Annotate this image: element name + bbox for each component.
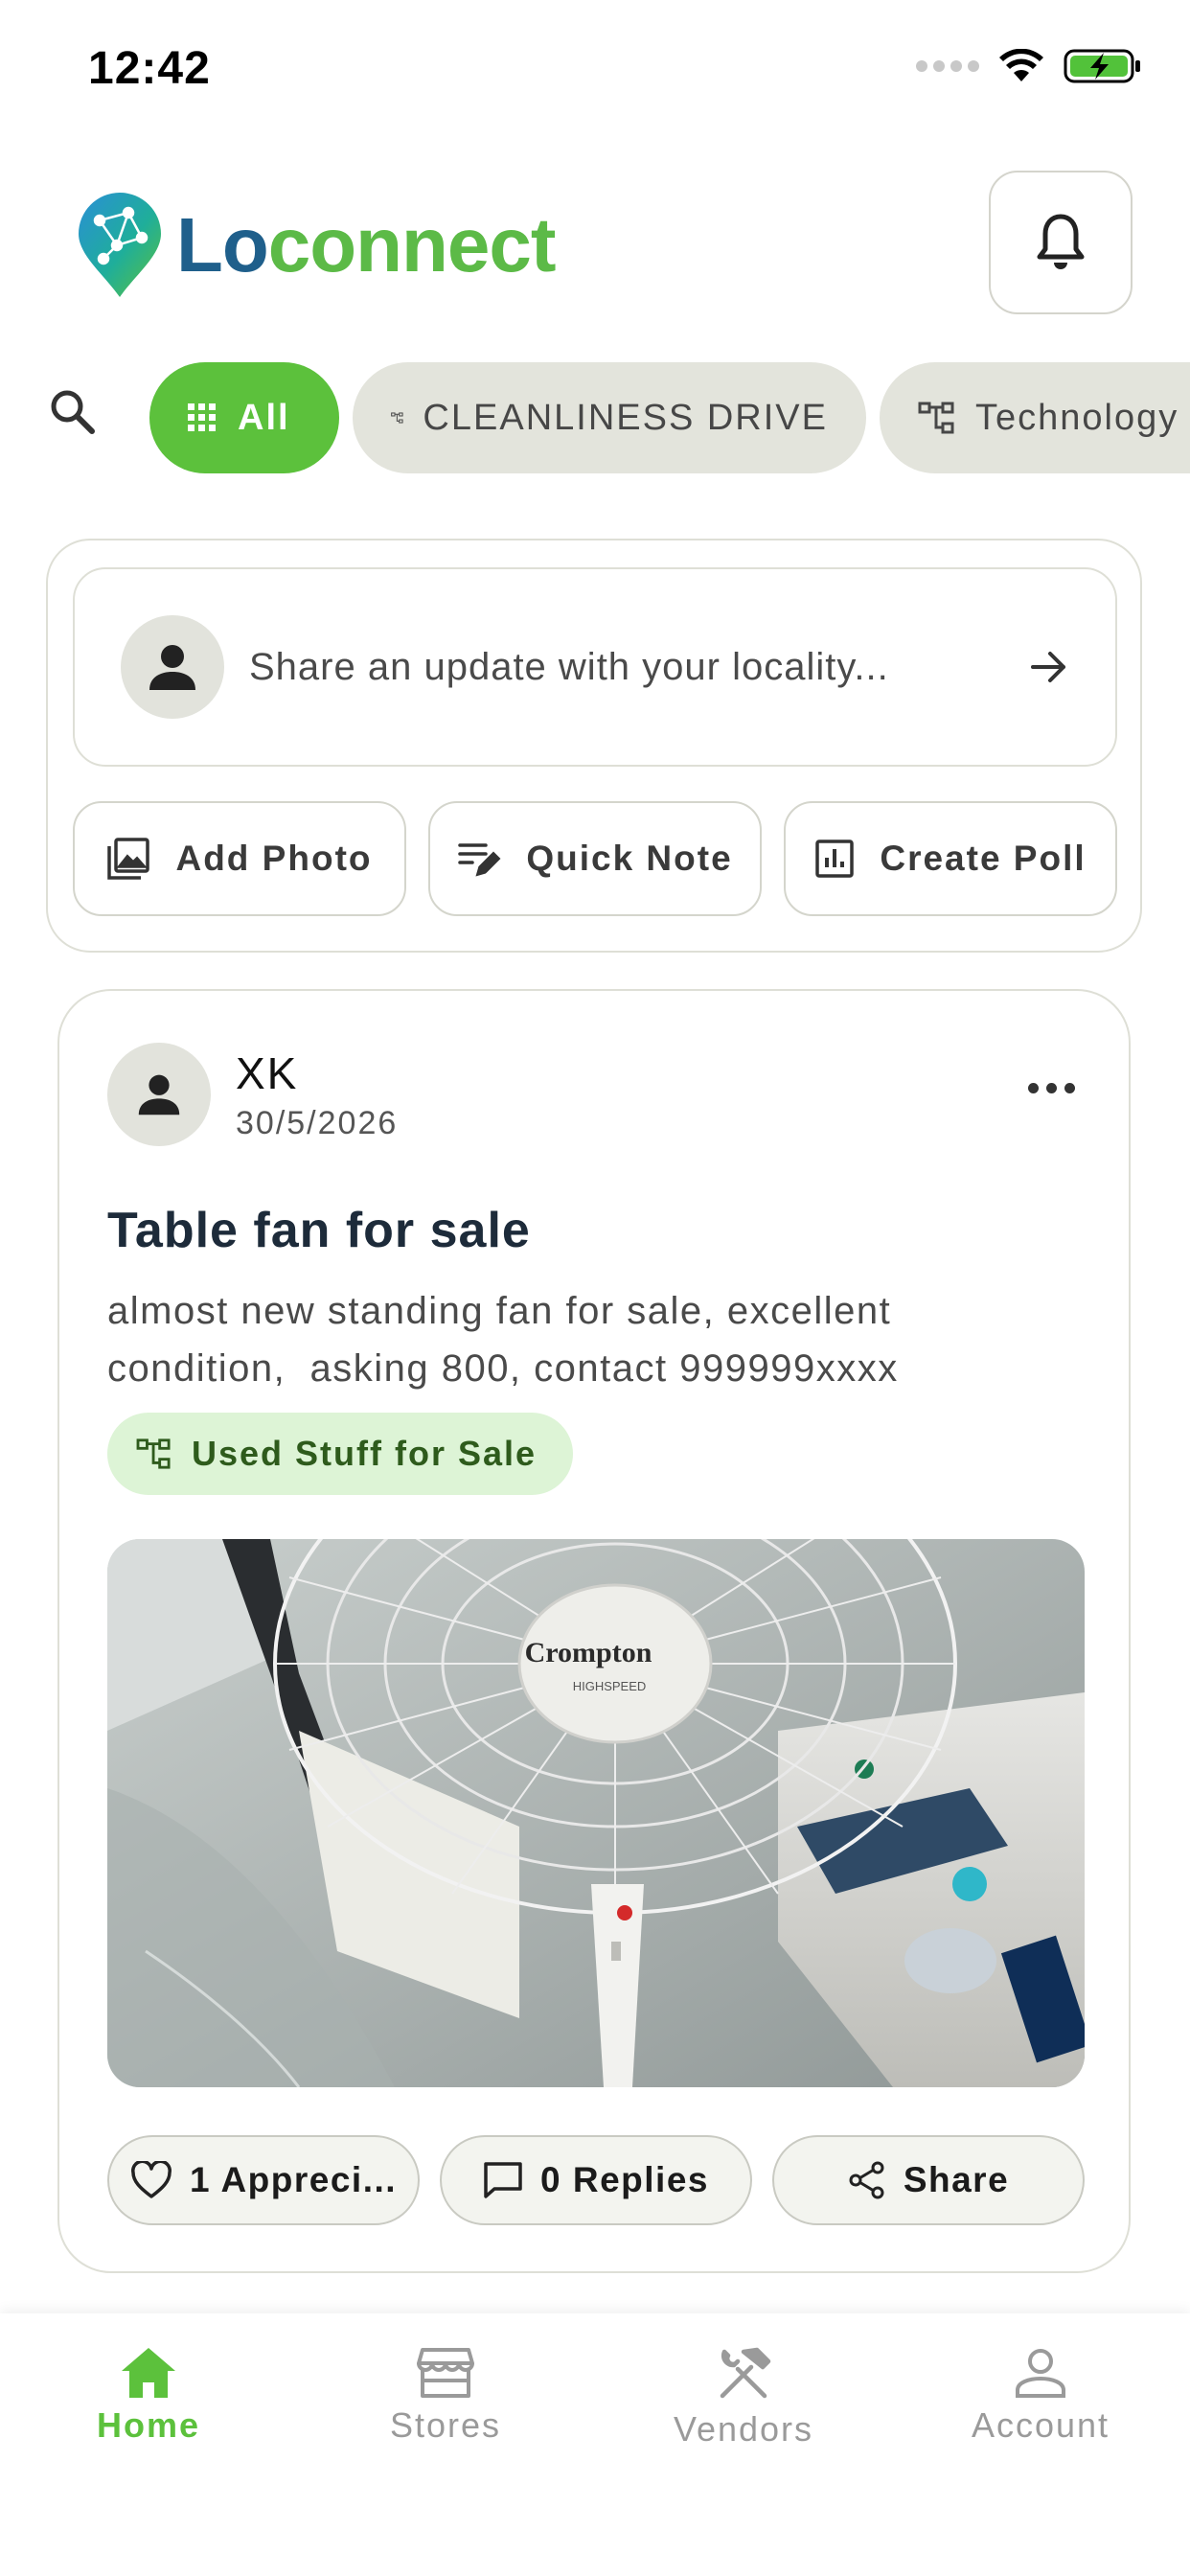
share-label: Share	[903, 2160, 1010, 2199]
search-icon[interactable]	[48, 387, 98, 437]
post-more-options-icon[interactable]	[1028, 1083, 1075, 1093]
post-composer: Share an update with your locality... Ad…	[46, 539, 1142, 953]
notifications-button[interactable]	[989, 171, 1133, 314]
poll-icon	[815, 840, 855, 878]
post-author-info: XK 30/5/2026	[236, 1047, 398, 1142]
person-outline-icon	[1016, 2349, 1065, 2398]
category-chip-technology[interactable]: Technology	[880, 362, 1190, 473]
category-chip-label: Technology	[975, 397, 1179, 438]
category-chip-cleanliness-drive[interactable]: CLEANLINESS DRIVE	[353, 362, 866, 473]
status-bar: 12:42	[0, 0, 1190, 144]
bell-icon	[1037, 214, 1085, 269]
wifi-icon	[999, 49, 1043, 81]
post-card: XK 30/5/2026 Table fan for sale almost n…	[57, 989, 1131, 2273]
nav-home[interactable]: Home	[53, 2346, 244, 2446]
nav-vendors[interactable]: Vendors	[648, 2346, 839, 2450]
location-pin-logo-icon	[79, 193, 161, 297]
image-icon	[107, 838, 150, 880]
share-update-placeholder: Share an update with your locality...	[249, 645, 889, 688]
post-author-name[interactable]: XK	[236, 1047, 398, 1099]
arrow-right-icon[interactable]	[1029, 650, 1069, 684]
composer-actions: Add Photo Quick Note Create Poll	[73, 801, 1117, 916]
cellular-signal-icon	[916, 60, 979, 72]
category-chip-label: CLEANLINESS DRIVE	[423, 397, 828, 438]
bottom-navigation: Home Stores Vendors Account	[0, 2313, 1190, 2576]
status-time: 12:42	[88, 43, 211, 94]
store-icon	[417, 2348, 474, 2398]
status-icons	[916, 48, 1142, 84]
create-poll-label: Create Poll	[880, 839, 1087, 878]
post-image[interactable]: Crompton HIGHSPEED	[107, 1539, 1085, 2087]
post-actions: 1 Appreci... 0 Replies Share	[107, 2135, 1085, 2225]
nav-account-label: Account	[971, 2405, 1110, 2445]
nav-account[interactable]: Account	[945, 2346, 1136, 2446]
grid-icon	[188, 403, 216, 431]
fan-brand-text: Crompton	[525, 1637, 652, 1668]
quick-note-button[interactable]: Quick Note	[428, 801, 762, 916]
add-photo-label: Add Photo	[175, 839, 373, 878]
replies-label: 0 Replies	[540, 2160, 709, 2199]
home-icon	[122, 2348, 175, 2398]
person-icon	[149, 645, 195, 690]
create-poll-button[interactable]: Create Poll	[784, 801, 1117, 916]
battery-charging-icon	[1064, 49, 1140, 83]
category-tree-icon	[918, 402, 954, 434]
appreciate-button[interactable]: 1 Appreci...	[107, 2135, 420, 2225]
category-tree-icon	[136, 1438, 171, 1469]
post-category-tag[interactable]: Used Stuff for Sale	[107, 1413, 574, 1495]
category-chip-all[interactable]: All	[149, 362, 339, 473]
appreciate-label: 1 Appreci...	[189, 2160, 398, 2199]
post-header: XK 30/5/2026	[107, 1043, 398, 1146]
replies-button[interactable]: 0 Replies	[440, 2135, 752, 2225]
nav-vendors-label: Vendors	[673, 2409, 814, 2449]
quick-note-label: Quick Note	[526, 839, 733, 878]
category-chip-label: All	[238, 397, 290, 438]
nav-stores[interactable]: Stores	[350, 2346, 541, 2446]
nav-home-label: Home	[96, 2405, 201, 2445]
user-avatar	[121, 615, 224, 719]
fan-model-text: HIGHSPEED	[573, 1679, 647, 1693]
edit-note-icon	[458, 843, 501, 877]
category-tree-icon	[391, 412, 403, 424]
post-category-label: Used Stuff for Sale	[192, 1434, 538, 1473]
nav-stores-label: Stores	[389, 2405, 502, 2445]
person-icon	[138, 1074, 180, 1116]
author-avatar[interactable]	[107, 1043, 211, 1146]
standing-fan-photo: Crompton HIGHSPEED	[107, 1539, 1085, 2087]
app-logo-text: Loconnect	[176, 202, 556, 288]
share-update-input[interactable]: Share an update with your locality...	[73, 567, 1117, 767]
tools-icon	[720, 2347, 771, 2399]
app-header: Loconnect	[0, 163, 1190, 335]
comment-icon	[484, 2162, 522, 2198]
app-logo: Loconnect	[75, 192, 556, 299]
heart-icon	[131, 2161, 172, 2198]
post-title: Table fan for sale	[107, 1203, 531, 1258]
category-filter-bar: All CLEANLINESS DRIVE Technology	[0, 358, 1190, 473]
share-button[interactable]: Share	[772, 2135, 1085, 2225]
add-photo-button[interactable]: Add Photo	[73, 801, 406, 916]
share-icon	[849, 2161, 884, 2199]
post-body: almost new standing fan for sale, excell…	[107, 1290, 899, 1390]
post-date: 30/5/2026	[236, 1104, 399, 1141]
